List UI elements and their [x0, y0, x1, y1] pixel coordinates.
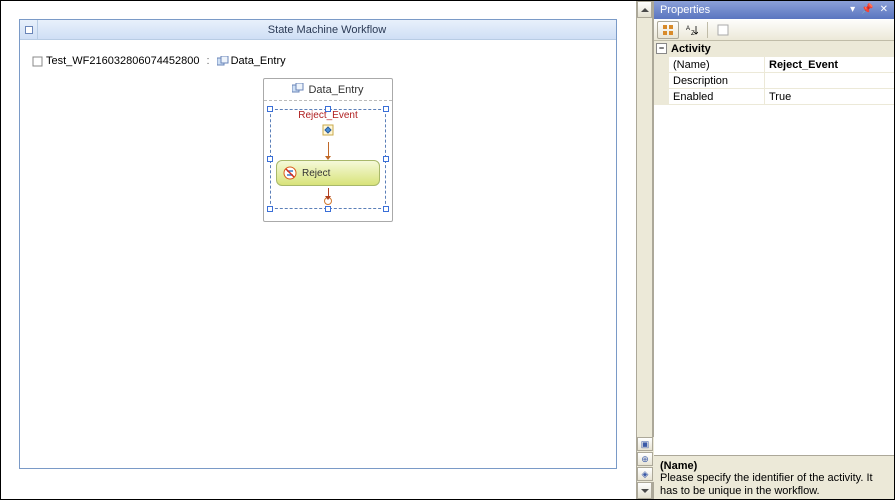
breadcrumb-item-root[interactable]: Test_WF216032806074452800 [32, 55, 200, 67]
workflow-header: State Machine Workflow [20, 20, 616, 40]
activity-label: Reject [302, 168, 330, 179]
svg-text:A: A [686, 26, 690, 32]
properties-toolbar: AZ [654, 19, 894, 41]
properties-description-pane: (Name) Please specify the identifier of … [654, 455, 894, 499]
activity-icon [283, 166, 297, 180]
state-node-title: Data_Entry [308, 84, 363, 96]
property-value[interactable] [765, 73, 894, 88]
breadcrumb-separator: : [207, 55, 210, 67]
close-icon[interactable]: ✕ [880, 5, 888, 15]
breadcrumb-label: Data_Entry [231, 55, 286, 67]
properties-panel: Properties ▾ 📌 ✕ AZ − Activity [653, 1, 894, 499]
resize-handle-se[interactable] [383, 206, 389, 212]
event-icon [321, 123, 335, 137]
workflow-icon [32, 56, 43, 67]
description-body: Please specify the identifier of the act… [660, 472, 888, 498]
properties-titlebar[interactable]: Properties ▾ 📌 ✕ [654, 1, 894, 19]
resize-handle-e[interactable] [383, 156, 389, 162]
resize-handle-sw[interactable] [267, 206, 273, 212]
description-title: (Name) [660, 460, 888, 472]
state-icon [292, 83, 304, 97]
property-value[interactable]: True [765, 89, 894, 104]
activity-reject[interactable]: Reject [276, 160, 380, 186]
categorized-button[interactable] [657, 21, 679, 39]
property-row-description[interactable]: Description [654, 73, 894, 89]
breadcrumb-label: Test_WF216032806074452800 [46, 55, 200, 67]
workflow-header-corner[interactable] [20, 20, 38, 39]
property-name: Enabled [669, 89, 765, 104]
state-node-header: Data_Entry [264, 79, 392, 101]
property-name: Description [669, 73, 765, 88]
vertical-scrollbar[interactable]: ▣ ⊕ ◈ [636, 1, 653, 499]
breadcrumb-item-state[interactable]: Data_Entry [217, 55, 286, 67]
properties-title-label: Properties [660, 4, 710, 16]
properties-grid[interactable]: − Activity (Name) Reject_Event Descripti… [654, 41, 894, 455]
property-pages-button[interactable] [712, 21, 734, 39]
event-driven-activity-label[interactable]: Reject_Event [271, 110, 385, 121]
property-row-enabled[interactable]: Enabled True [654, 89, 894, 105]
pin-icon[interactable]: ▾ [850, 5, 855, 15]
workflow-designer-pane: State Machine Workflow Test_WF2160328060… [1, 1, 636, 499]
property-category-label: Activity [671, 43, 711, 55]
svg-text:Z: Z [691, 31, 695, 36]
workflow-title: State Machine Workflow [38, 24, 616, 36]
collapse-icon[interactable]: − [656, 43, 667, 54]
workflow-canvas[interactable]: State Machine Workflow Test_WF2160328060… [19, 19, 617, 469]
resize-handle-s[interactable] [325, 206, 331, 212]
property-name: (Name) [669, 57, 765, 72]
zoom-tool-icon[interactable]: ▣ [637, 437, 653, 451]
property-value[interactable]: Reject_Event [765, 57, 894, 72]
property-category-activity[interactable]: − Activity [654, 41, 894, 57]
fit-tool-icon[interactable]: ◈ [637, 467, 653, 481]
connector [328, 188, 329, 196]
resize-handle-w[interactable] [267, 156, 273, 162]
breadcrumb: Test_WF216032806074452800 : Data_Entry [32, 55, 286, 67]
property-row-name[interactable]: (Name) Reject_Event [654, 57, 894, 73]
pan-tool-icon[interactable]: ⊕ [637, 452, 653, 466]
state-node-body: Reject_Event [270, 109, 386, 209]
scroll-down-button[interactable] [637, 482, 652, 499]
state-node-data-entry[interactable]: Data_Entry [263, 78, 393, 222]
state-icon [217, 56, 228, 67]
scroll-up-button[interactable] [637, 1, 652, 18]
alphabetical-button[interactable]: AZ [681, 21, 703, 39]
connector [328, 142, 329, 156]
autohide-icon[interactable]: 📌 [861, 5, 873, 15]
